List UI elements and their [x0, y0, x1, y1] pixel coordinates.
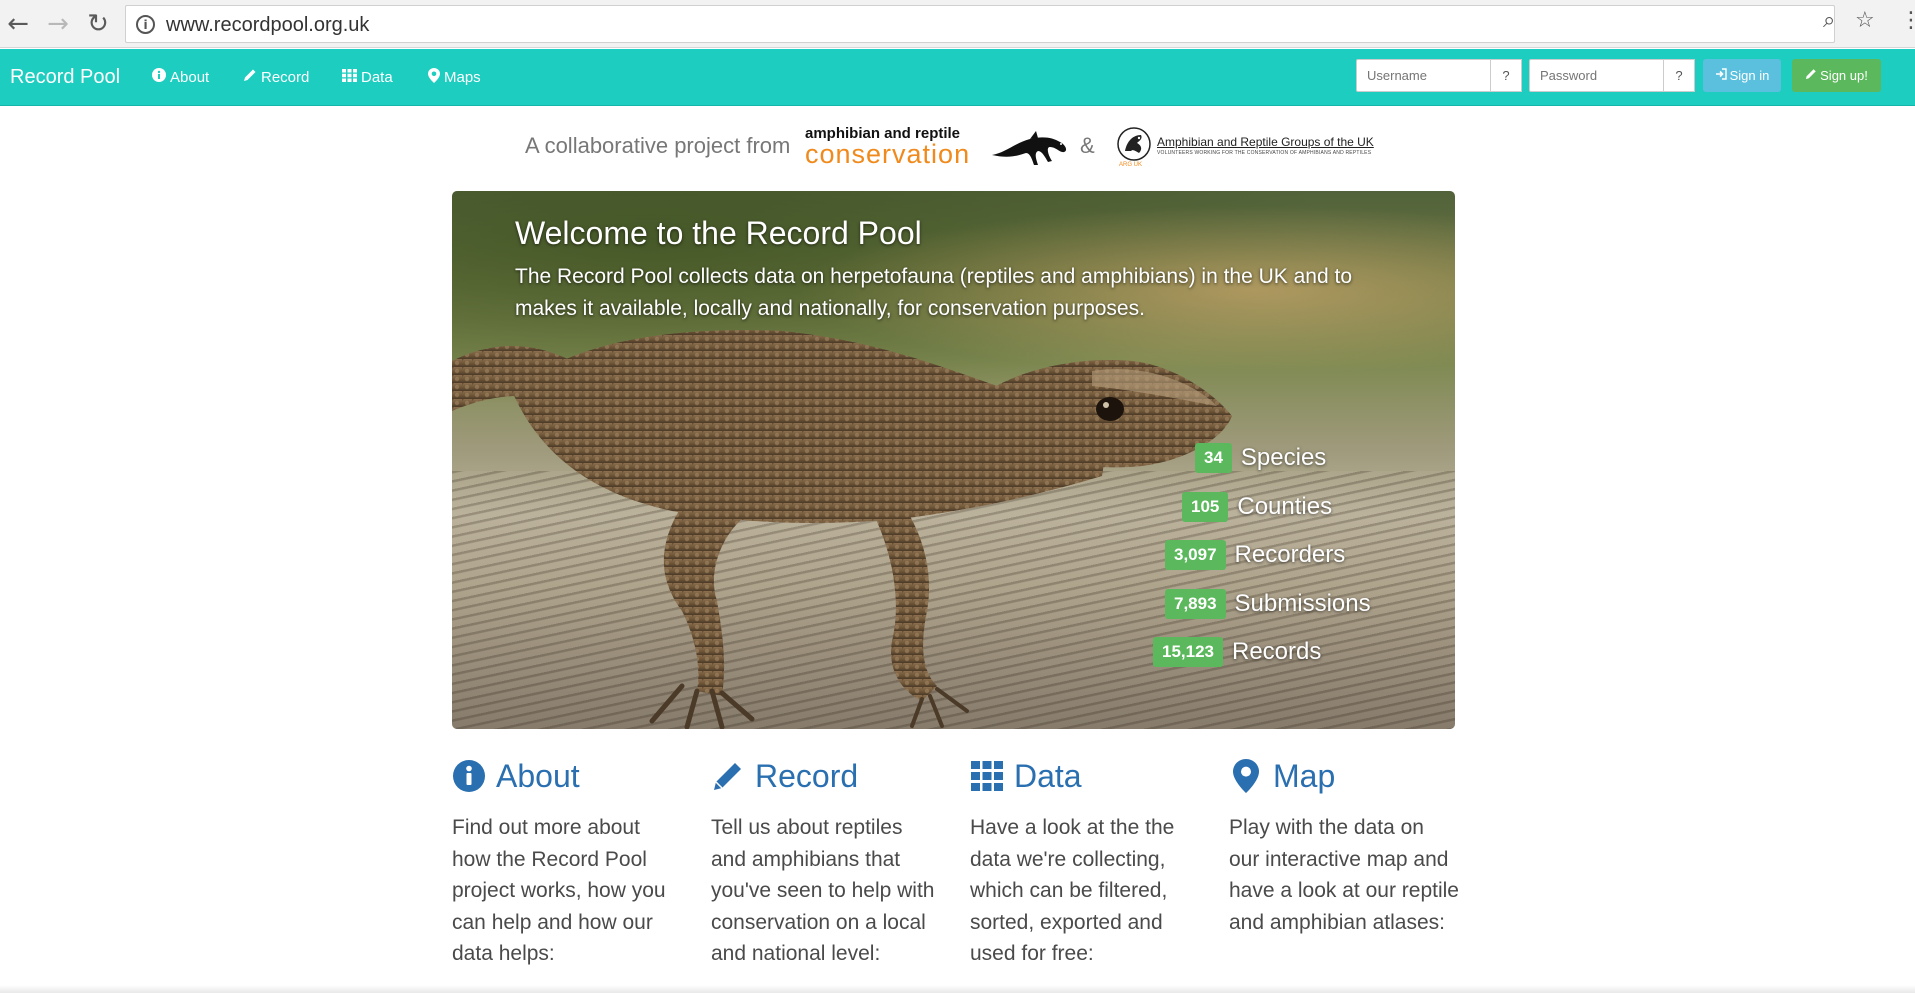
- nav-about[interactable]: About: [152, 68, 209, 86]
- nav-maps[interactable]: Maps: [428, 68, 481, 87]
- feature-about-text: Find out more about how the Record Pool …: [452, 816, 666, 965]
- brand-link[interactable]: Record Pool: [10, 66, 120, 89]
- forward-arrow-icon[interactable]: →: [42, 8, 74, 40]
- bottom-edge: [0, 985, 1915, 993]
- feature-data: Data Have a look at the the data we're c…: [970, 752, 1200, 970]
- nav-about-label: About: [170, 68, 210, 86]
- map-marker-icon: [428, 68, 440, 87]
- feature-map: Map Play with the data on our interactiv…: [1229, 752, 1459, 938]
- nav-record[interactable]: Record: [243, 68, 309, 86]
- stat-label: Submissions: [1234, 590, 1371, 617]
- feature-map-title: Map: [1273, 757, 1336, 794]
- info-circle-icon: [452, 758, 486, 794]
- arc-logo-line2: conservation: [805, 139, 971, 169]
- stat-label: Species: [1240, 444, 1327, 471]
- stat-badge: 34: [1195, 443, 1232, 473]
- stat-counties: 105 Counties: [1182, 492, 1332, 522]
- sign-up-label: Sign up!: [1820, 68, 1868, 83]
- feature-about-heading[interactable]: About: [452, 752, 682, 800]
- reload-icon[interactable]: ↻: [82, 8, 114, 40]
- nav-data[interactable]: Data: [342, 68, 393, 86]
- feature-record: Record Tell us about reptiles and amphib…: [711, 752, 941, 970]
- arguk-abbreviation: ARG UK: [1119, 162, 1143, 168]
- sign-in-label: Sign in: [1729, 68, 1770, 83]
- stat-badge: 105: [1182, 492, 1229, 522]
- zoom-icon[interactable]: ⌕: [1823, 8, 1835, 33]
- feature-data-heading[interactable]: Data: [970, 752, 1200, 800]
- arguk-logo[interactable]: Amphibian and Reptile Groups of the UK V…: [1117, 125, 1377, 170]
- arc-logo[interactable]: amphibian and reptile conservation: [805, 125, 1075, 170]
- sign-up-button[interactable]: Sign up!: [1792, 59, 1881, 92]
- hero-banner: Welcome to the Record Pool The Record Po…: [452, 191, 1455, 729]
- stat-label: Records: [1232, 638, 1322, 665]
- username-input[interactable]: [1356, 59, 1491, 92]
- stat-submissions: 7,893 Submissions: [1165, 589, 1371, 619]
- collaboration-text: A collaborative project from: [525, 133, 791, 158]
- feature-about: About Find out more about how the Record…: [452, 752, 682, 970]
- bookmark-star-icon[interactable]: ☆: [1855, 8, 1875, 33]
- nav-data-label: Data: [361, 68, 393, 86]
- pencil-icon: [243, 68, 257, 86]
- back-arrow-icon[interactable]: ←: [2, 8, 34, 40]
- pencil-icon: [1805, 68, 1817, 83]
- grid-icon: [970, 758, 1004, 794]
- stat-badge: 7,893: [1165, 589, 1226, 619]
- browser-menu-icon[interactable]: ⋮: [1900, 8, 1915, 33]
- site-navbar: Record Pool About Record Data Maps ? ? S…: [0, 49, 1915, 106]
- info-circle-icon: [152, 68, 166, 86]
- map-marker-icon: [1229, 758, 1263, 794]
- pencil-icon: [711, 758, 745, 794]
- stat-species: 34 Species: [1195, 443, 1326, 473]
- nav-record-label: Record: [261, 68, 310, 86]
- newt-silhouette-icon: [992, 131, 1067, 165]
- password-help-button[interactable]: ?: [1664, 59, 1695, 92]
- hero-title: Welcome to the Record Pool: [515, 215, 922, 251]
- password-input[interactable]: [1529, 59, 1664, 92]
- address-bar[interactable]: i www.recordpool.org.uk: [125, 5, 1835, 43]
- username-help-button[interactable]: ?: [1491, 59, 1522, 92]
- address-url: www.recordpool.org.uk: [166, 14, 370, 36]
- stat-recorders: 3,097 Recorders: [1165, 540, 1345, 570]
- stat-badge: 15,123: [1153, 637, 1223, 667]
- arguk-subtitle: VOLUNTEERS WORKING FOR THE CONSERVATION …: [1157, 150, 1372, 156]
- feature-data-text: Have a look at the the data we're collec…: [970, 816, 1175, 965]
- nav-maps-label: Maps: [444, 69, 481, 86]
- stat-records: 15,123 Records: [1153, 637, 1321, 667]
- stat-label: Counties: [1237, 493, 1333, 520]
- stat-badge: 3,097: [1165, 540, 1226, 570]
- feature-record-text: Tell us about reptiles and amphibians th…: [711, 816, 935, 965]
- feature-record-heading[interactable]: Record: [711, 752, 941, 800]
- feature-record-title: Record: [755, 757, 859, 794]
- stat-label: Recorders: [1234, 541, 1346, 568]
- browser-toolbar: ← → ↻ i www.recordpool.org.uk ⌕ ☆ ⋮: [0, 0, 1915, 48]
- arguk-emblem-icon: [1117, 127, 1151, 161]
- sign-in-icon: [1715, 68, 1727, 83]
- hero-description: The Record Pool collects data on herpeto…: [515, 265, 1353, 320]
- feature-map-heading[interactable]: Map: [1229, 752, 1459, 800]
- feature-map-text: Play with the data on our interactive ma…: [1229, 816, 1459, 934]
- site-info-icon[interactable]: i: [136, 15, 155, 34]
- sign-in-button[interactable]: Sign in: [1703, 59, 1781, 92]
- collaboration-banner: A collaborative project from amphibian a…: [525, 125, 1375, 170]
- feature-data-title: Data: [1014, 757, 1082, 794]
- ampersand: &: [1080, 133, 1095, 158]
- grid-icon: [342, 68, 357, 86]
- feature-about-title: About: [496, 757, 580, 794]
- arguk-title: Amphibian and Reptile Groups of the UK: [1157, 135, 1374, 149]
